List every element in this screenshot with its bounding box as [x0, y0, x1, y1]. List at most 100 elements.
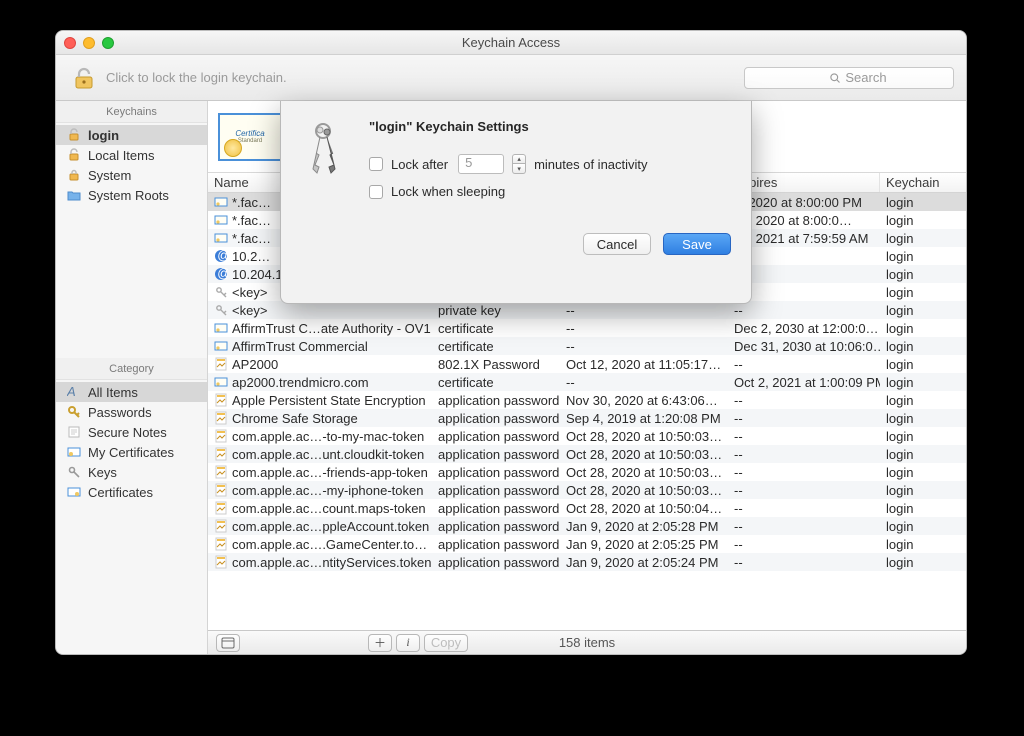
keychain-item-system-roots[interactable]: System Roots — [56, 185, 207, 205]
info-button[interactable]: i — [396, 634, 420, 652]
cell-expires: -- — [728, 445, 880, 463]
category-list: AAll Items Passwords Secure Notes My Certif… — [56, 380, 207, 504]
table-row[interactable]: com.apple.ac…unt.cloudkit-tokenapplicati… — [208, 445, 966, 463]
table-row[interactable]: AffirmTrust Commercialcertificate--Dec 3… — [208, 337, 966, 355]
cell-expires: -- — [728, 409, 880, 427]
cell-modified: -- — [560, 319, 728, 337]
cell-expires: -- — [728, 355, 880, 373]
sidebar-item-label: Keys — [88, 465, 117, 480]
cell-name: 10.2… — [232, 249, 270, 264]
cell-modified: -- — [560, 337, 728, 355]
keychain-item-login[interactable]: login — [56, 125, 207, 145]
cell-keychain: login — [880, 319, 966, 337]
category-section-label: Category — [56, 358, 207, 380]
cert-icon — [214, 213, 228, 227]
table-row[interactable]: com.apple.ac….GameCenter.tokenapplicatio… — [208, 535, 966, 553]
keychain-item-system[interactable]: System — [56, 165, 207, 185]
minutes-stepper[interactable]: ▴ ▾ — [512, 154, 526, 174]
table-row[interactable]: AffirmTrust C…ate Authority - OV1certifi… — [208, 319, 966, 337]
cell-kind: application password — [432, 409, 560, 427]
category-item-certificates[interactable]: Certificates — [56, 482, 207, 502]
lock-when-sleeping-label: Lock when sleeping — [391, 184, 505, 199]
cell-name: com.apple.ac…ntityServices.token — [232, 555, 431, 570]
show-preview-button[interactable] — [216, 634, 240, 652]
table-row[interactable]: com.apple.ac…ntityServices.tokenapplicat… — [208, 553, 966, 571]
cell-name: AffirmTrust Commercial — [232, 339, 368, 354]
keychain-item-local-items[interactable]: Local Items — [56, 145, 207, 165]
table-row[interactable]: Apple Persistent State Encryptionapplica… — [208, 391, 966, 409]
category-item-passwords[interactable]: Passwords — [56, 402, 207, 422]
copy-button[interactable]: Copy — [424, 634, 468, 652]
cell-kind: application password — [432, 391, 560, 409]
keys-icon — [66, 464, 82, 480]
save-button[interactable]: Save — [663, 233, 731, 255]
cell-keychain: login — [880, 265, 966, 283]
cell-name: <key> — [232, 303, 267, 318]
svg-text:@: @ — [217, 267, 228, 281]
cell-keychain: login — [880, 535, 966, 553]
cell-keychain: login — [880, 373, 966, 391]
table-row[interactable]: com.apple.ac…-my-iphone-tokenapplication… — [208, 481, 966, 499]
sidebar-item-label: All Items — [88, 385, 138, 400]
sidebar-item-label: Passwords — [88, 405, 152, 420]
cell-kind: application password — [432, 427, 560, 445]
lock-after-checkbox[interactable] — [369, 157, 383, 171]
add-item-button[interactable]: ＋ — [368, 634, 392, 652]
cell-keychain: login — [880, 391, 966, 409]
category-item-all-items[interactable]: AAll Items — [56, 382, 207, 402]
table-row[interactable]: ap2000.trendmicro.comcertificate--Oct 2,… — [208, 373, 966, 391]
cell-expires: -- — [728, 481, 880, 499]
cancel-button[interactable]: Cancel — [583, 233, 651, 255]
stepper-down-icon[interactable]: ▾ — [512, 164, 526, 174]
key-icon — [214, 285, 228, 299]
app-icon — [214, 483, 228, 497]
table-row[interactable]: com.apple.ac…count.maps-tokenapplication… — [208, 499, 966, 517]
cell-kind: application password — [432, 517, 560, 535]
category-item-secure-notes[interactable]: Secure Notes — [56, 422, 207, 442]
search-field[interactable]: Search — [744, 67, 954, 89]
table-row[interactable]: com.apple.ac…-to-my-mac-tokenapplication… — [208, 427, 966, 445]
category-item-keys[interactable]: Keys — [56, 462, 207, 482]
sidebar-item-label: Local Items — [88, 148, 154, 163]
cell-keychain: login — [880, 463, 966, 481]
category-item-my-certificates[interactable]: My Certificates — [56, 442, 207, 462]
at-icon: @ — [214, 267, 228, 281]
cell-modified: Oct 28, 2020 at 10:50:04… — [560, 499, 728, 517]
lock-keychain-button[interactable] — [68, 63, 100, 93]
cell-modified: Jan 9, 2020 at 2:05:24 PM — [560, 553, 728, 571]
cell-keychain: login — [880, 283, 966, 301]
cell-kind: certificate — [432, 373, 560, 391]
table-row[interactable]: AP2000802.1X PasswordOct 12, 2020 at 11:… — [208, 355, 966, 373]
lock-after-label: Lock after — [391, 157, 448, 172]
app-icon — [214, 411, 228, 425]
cell-name: com.apple.ac…-friends-app-token — [232, 465, 428, 480]
sidebar-item-label: login — [88, 128, 119, 143]
sidebar-item-label: System Roots — [88, 188, 169, 203]
app-icon — [214, 465, 228, 479]
cell-name: *.fac… — [232, 195, 271, 210]
lock-after-minutes-input[interactable]: 5 — [458, 154, 504, 174]
cell-name: com.apple.ac…count.maps-token — [232, 501, 426, 516]
cert-icon — [214, 231, 228, 245]
app-icon — [214, 555, 228, 569]
table-row[interactable]: com.apple.ac…ppleAccount.tokenapplicatio… — [208, 517, 966, 535]
at-icon: @ — [214, 249, 228, 263]
cell-expires: Dec 2, 2030 at 12:00:0… — [728, 319, 880, 337]
keychain-settings-dialog: "login" Keychain Settings Lock after 5 ▴… — [280, 101, 752, 304]
cell-keychain: login — [880, 553, 966, 571]
cell-modified: -- — [560, 373, 728, 391]
cell-expires: -- — [728, 391, 880, 409]
cell-kind: application password — [432, 553, 560, 571]
cell-expires: -- — [728, 535, 880, 553]
stepper-up-icon[interactable]: ▴ — [512, 154, 526, 164]
lock-when-sleeping-checkbox[interactable] — [369, 185, 383, 199]
notes-icon — [66, 424, 82, 440]
app-icon — [214, 537, 228, 551]
svg-text:@: @ — [217, 249, 228, 263]
table-row[interactable]: com.apple.ac…-friends-app-tokenapplicati… — [208, 463, 966, 481]
table-row[interactable]: Chrome Safe Storageapplication passwordS… — [208, 409, 966, 427]
col-keychain[interactable]: Keychain — [880, 173, 966, 192]
cell-expires: -- — [728, 427, 880, 445]
dialog-title: "login" Keychain Settings — [369, 119, 731, 134]
sidebar-item-label: Secure Notes — [88, 425, 167, 440]
